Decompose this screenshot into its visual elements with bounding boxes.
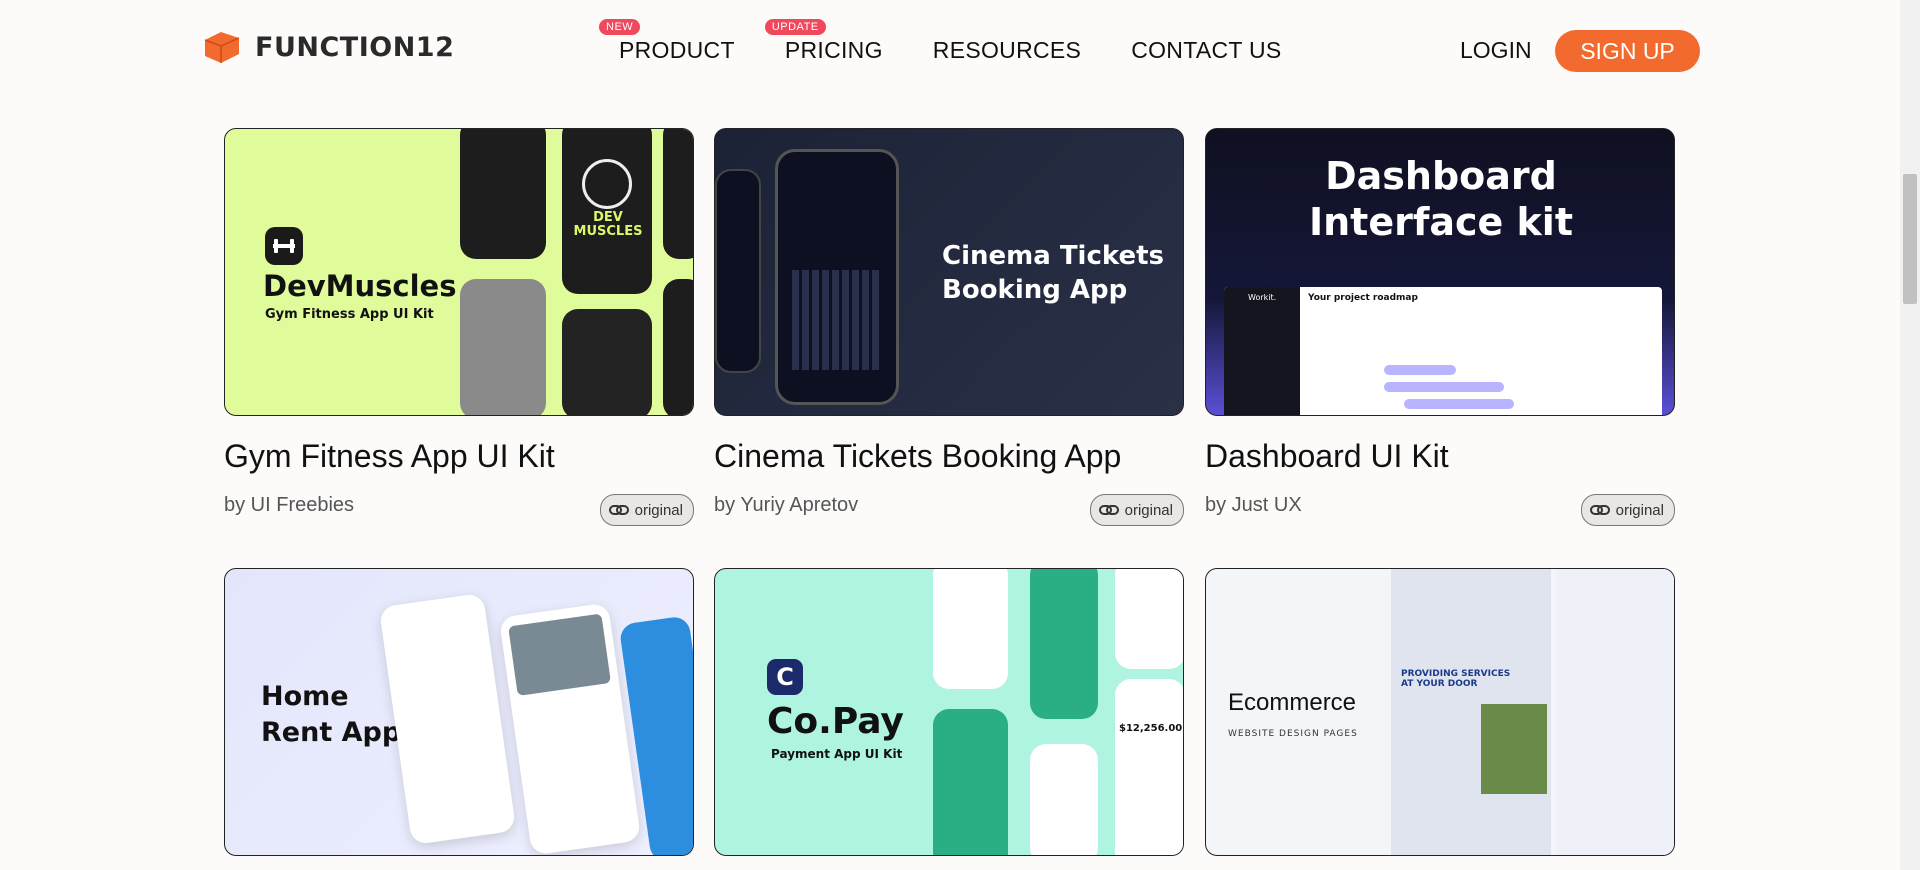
dashboard-preview: Workit. Your project roadmap [1224, 287, 1662, 415]
copay-logo-icon: C [767, 659, 803, 695]
phone-mockup [562, 309, 652, 415]
dashboard-panel-title: Your project roadmap [1308, 293, 1418, 303]
phone-mockup: $12,256.00 [1115, 679, 1183, 855]
card-author: by UI Freebies [224, 494, 355, 516]
thumb-banner: PROVIDING SERVICES AT YOUR DOOR [1401, 669, 1511, 689]
nav-resources-label: RESOURCES [932, 37, 1082, 63]
dumbbell-icon [265, 227, 303, 265]
thumb-heading: Ecommerce [1228, 689, 1357, 716]
nav-contact-label: CONTACT US [1131, 37, 1282, 63]
phone-mockup [663, 129, 693, 259]
original-link-button[interactable]: original [599, 494, 694, 526]
nav-pricing-label: PRICING [784, 37, 883, 63]
vertical-scrollbar[interactable] [1900, 0, 1920, 870]
nav-resources[interactable]: RESOURCES [933, 37, 1081, 64]
link-icon [608, 505, 629, 515]
nav-product-label: PRODUCT [619, 37, 735, 63]
phone-mockup [460, 129, 546, 259]
phone-mockup [933, 709, 1008, 855]
thumb-subtitle: Payment App UI Kit [771, 747, 903, 761]
phone-mockup [1030, 569, 1098, 719]
resource-card[interactable]: Dashboard Interface kit Workit. Your pro… [1205, 128, 1675, 528]
phone-mockup [1115, 569, 1183, 669]
phone-mockup: DEV MUSCLES [562, 129, 652, 294]
thumb-subtitle: WEBSITE DESIGN PAGES [1228, 729, 1358, 739]
dashboard-brand: Workit. [1248, 293, 1277, 302]
phone-mockup [775, 149, 899, 405]
card-title[interactable]: Cinema Tickets Booking App [714, 438, 1121, 475]
phone-mockup [663, 279, 693, 415]
phone-mockup [378, 592, 517, 846]
card-thumbnail[interactable]: Home Rent App [224, 568, 694, 856]
function12-logo-icon [204, 32, 240, 63]
main-menu: NEW PRODUCT UPDATE PRICING RESOURCES CON… [599, 19, 1332, 64]
page-preview: PROVIDING SERVICES AT YOUR DOOR [1391, 569, 1551, 855]
card-title[interactable]: Dashboard UI Kit [1205, 438, 1449, 475]
link-icon [1589, 505, 1610, 515]
thumb-heading: Cinema Tickets Booking App [942, 241, 1165, 305]
original-link-button[interactable]: original [1580, 494, 1675, 526]
link-icon [1098, 505, 1119, 515]
thumb-heading: Co.Pay [767, 701, 904, 742]
resource-card[interactable]: DevMuscles Gym Fitness App UI Kit DEV MU… [224, 128, 694, 528]
nav-contact[interactable]: CONTACT US [1131, 37, 1281, 64]
card-author: by Just UX [1205, 494, 1302, 516]
phone-mockup [933, 569, 1008, 689]
phone-mockup [460, 279, 546, 415]
scrollbar-thumb[interactable] [1903, 174, 1917, 304]
card-title[interactable]: Gym Fitness App UI Kit [224, 438, 555, 475]
top-navigation: FUNCTION12 NEW PRODUCT UPDATE PRICING RE… [0, 0, 1900, 100]
new-badge: NEW [599, 19, 641, 35]
resource-card[interactable]: Cinema Tickets Booking App Cinema Ticket… [714, 128, 1184, 528]
card-thumbnail[interactable]: Ecommerce WEBSITE DESIGN PAGES PROVIDING… [1205, 568, 1675, 856]
original-label: original [1124, 501, 1173, 519]
thumb-heading: Home Rent App [261, 681, 402, 748]
phone-mockup [715, 169, 761, 373]
card-thumbnail[interactable]: DevMuscles Gym Fitness App UI Kit DEV MU… [224, 128, 694, 416]
card-thumbnail[interactable]: Cinema Tickets Booking App [714, 128, 1184, 416]
card-thumbnail[interactable]: Dashboard Interface kit Workit. Your pro… [1205, 128, 1675, 416]
thumb-badge: DEV MUSCLES [573, 210, 643, 239]
nav-pricing[interactable]: UPDATE PRICING [764, 19, 883, 64]
logo-text: FUNCTION12 [255, 31, 455, 63]
nav-product[interactable]: NEW PRODUCT [599, 19, 735, 64]
resource-card[interactable]: C Co.Pay Payment App UI Kit $12,256.00 [714, 568, 1184, 868]
thumb-heading: DevMuscles [263, 269, 457, 303]
page-preview [1556, 569, 1674, 855]
card-author: by Yuriy Apretov [714, 494, 859, 516]
update-badge: UPDATE [764, 19, 826, 35]
login-link[interactable]: LOGIN [1460, 37, 1532, 64]
resource-card[interactable]: Home Rent App [224, 568, 694, 868]
thumb-heading: Dashboard Interface kit [1308, 154, 1574, 244]
signup-button[interactable]: SIGN UP [1555, 30, 1700, 72]
card-thumbnail[interactable]: C Co.Pay Payment App UI Kit $12,256.00 [714, 568, 1184, 856]
original-label: original [634, 501, 683, 519]
thumb-amount: $12,256.00 [1119, 723, 1183, 734]
original-label: original [1615, 501, 1664, 519]
resource-card[interactable]: Ecommerce WEBSITE DESIGN PAGES PROVIDING… [1205, 568, 1675, 868]
original-link-button[interactable]: original [1089, 494, 1184, 526]
logo[interactable]: FUNCTION12 [199, 28, 454, 66]
phone-mockup [1030, 744, 1098, 855]
thumb-subtitle: Gym Fitness App UI Kit [265, 307, 434, 322]
